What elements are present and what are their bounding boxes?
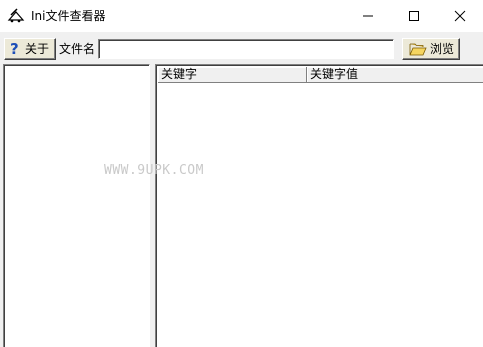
close-icon xyxy=(454,10,466,22)
minimize-button[interactable] xyxy=(345,0,391,32)
browse-button-label: 浏览 xyxy=(430,42,455,56)
window-title: Ini文件查看器 xyxy=(31,9,106,23)
list-header: 关键字 关键字值 xyxy=(158,67,483,83)
maximize-icon xyxy=(409,11,419,21)
file-name-input[interactable] xyxy=(98,39,394,59)
file-name-label: 文件名 xyxy=(59,42,96,56)
about-button[interactable]: ? 关于 xyxy=(4,38,56,60)
open-folder-icon xyxy=(409,42,427,62)
key-value-list[interactable]: 关键字 关键字值 xyxy=(155,64,483,347)
watermark: WWW.9UPK.COM xyxy=(104,163,204,178)
section-list[interactable] xyxy=(3,64,150,347)
toolbar: ? 关于 文件名 浏览 xyxy=(0,36,483,62)
maximize-button[interactable] xyxy=(391,0,437,32)
title-bar[interactable]: Ini文件查看器 xyxy=(0,0,483,32)
column-header-key[interactable]: 关键字 xyxy=(158,67,307,83)
app-icon xyxy=(7,8,25,24)
question-icon: ? xyxy=(10,40,19,58)
browse-button[interactable]: 浏览 xyxy=(402,38,460,60)
close-button[interactable] xyxy=(437,0,483,32)
minimize-icon xyxy=(363,15,373,17)
about-button-label: 关于 xyxy=(25,42,50,56)
column-header-value[interactable]: 关键字值 xyxy=(307,67,483,83)
